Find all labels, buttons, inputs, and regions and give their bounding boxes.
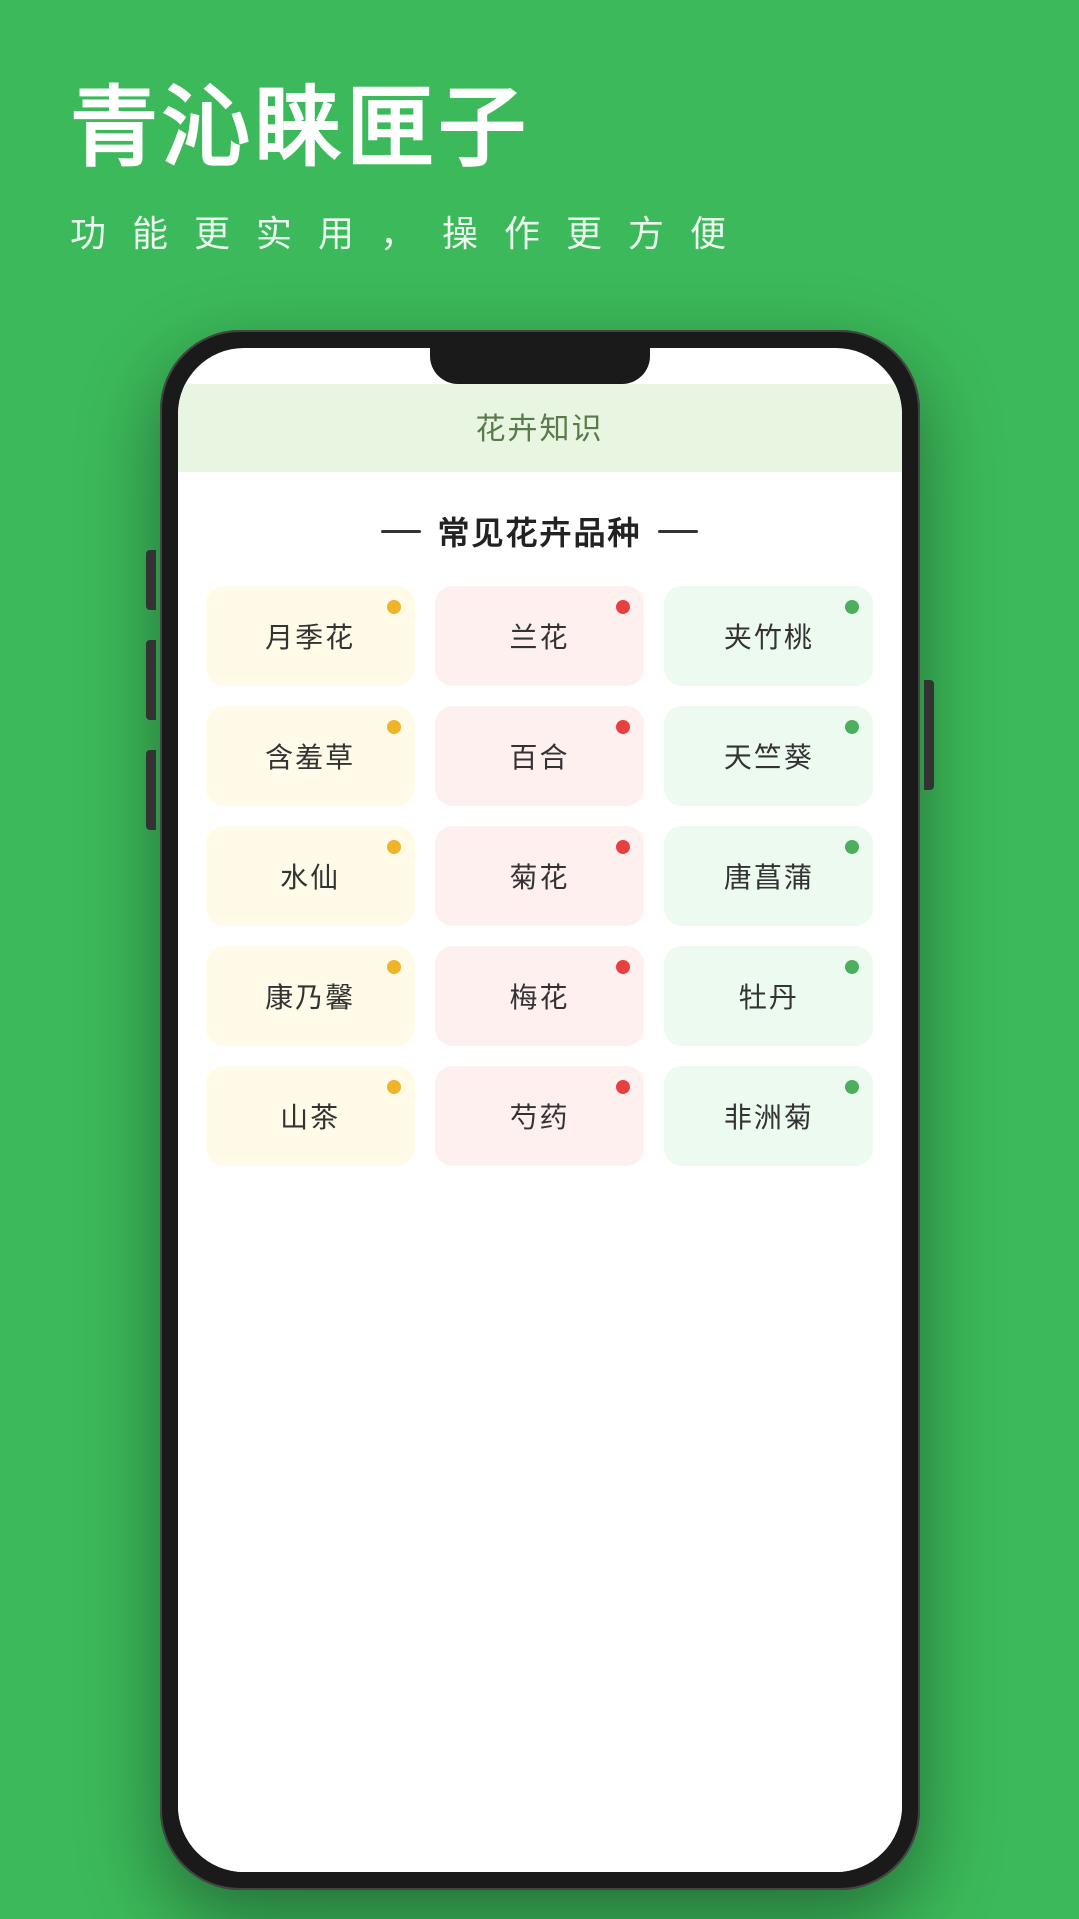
header-section: 青沁睐匣子 功 能 更 实 用 ， 操 作 更 方 便 <box>0 0 1079 317</box>
flower-card[interactable]: 唐菖蒲 <box>664 826 873 926</box>
flower-card[interactable]: 兰花 <box>435 586 644 686</box>
flower-dot-icon <box>387 600 401 614</box>
flower-dot-icon <box>845 1080 859 1094</box>
flower-dot-icon <box>387 1080 401 1094</box>
flower-card[interactable]: 梅花 <box>435 946 644 1046</box>
flower-name-label: 菊花 <box>509 856 569 896</box>
power-button <box>924 680 934 790</box>
section-title-text: 常见花卉品种 <box>437 508 641 554</box>
flower-name-label: 芍药 <box>509 1096 569 1136</box>
flower-name-label: 兰花 <box>509 616 569 656</box>
volume-up-button <box>146 550 156 610</box>
flower-card[interactable]: 天竺葵 <box>664 706 873 806</box>
title-line-left <box>381 530 421 533</box>
flower-dot-icon <box>387 840 401 854</box>
flower-card[interactable]: 山茶 <box>206 1066 415 1166</box>
flower-dot-icon <box>845 960 859 974</box>
flower-dot-icon <box>616 840 630 854</box>
flower-name-label: 牡丹 <box>739 976 799 1016</box>
phone-mockup: 花卉知识 常见花卉品种 月季花 兰花 夹竹桃含羞草 百合 天竺葵水仙 菊花 唐菖蒲康乃馨 梅花… <box>160 330 920 1890</box>
flower-name-label: 水仙 <box>280 856 340 896</box>
flower-card[interactable]: 非洲菊 <box>664 1066 873 1166</box>
flower-name-label: 含羞草 <box>265 736 355 776</box>
flower-card[interactable]: 含羞草 <box>206 706 415 806</box>
screen-header: 花卉知识 <box>178 384 902 472</box>
screen-body: 常见花卉品种 月季花 兰花 夹竹桃含羞草 百合 天竺葵水仙 菊花 唐菖蒲康乃馨 梅花 牡丹山茶 芍… <box>178 472 902 1872</box>
flower-name-label: 月季花 <box>265 616 355 656</box>
flower-card[interactable]: 菊花 <box>435 826 644 926</box>
flower-card[interactable]: 芍药 <box>435 1066 644 1166</box>
flower-name-label: 山茶 <box>280 1096 340 1136</box>
silent-button <box>146 750 156 830</box>
flower-name-label: 夹竹桃 <box>724 616 814 656</box>
flower-name-label: 康乃馨 <box>265 976 355 1016</box>
app-title: 青沁睐匣子 <box>70 80 1009 177</box>
flower-card[interactable]: 牡丹 <box>664 946 873 1046</box>
flower-card[interactable]: 夹竹桃 <box>664 586 873 686</box>
flower-name-label: 百合 <box>509 736 569 776</box>
phone-screen: 花卉知识 常见花卉品种 月季花 兰花 夹竹桃含羞草 百合 天竺葵水仙 菊花 唐菖蒲康乃馨 梅花… <box>178 348 902 1872</box>
app-subtitle: 功 能 更 实 用 ， 操 作 更 方 便 <box>70 205 1009 257</box>
flower-dot-icon <box>387 720 401 734</box>
phone-outer: 花卉知识 常见花卉品种 月季花 兰花 夹竹桃含羞草 百合 天竺葵水仙 菊花 唐菖蒲康乃馨 梅花… <box>160 330 920 1890</box>
flower-dot-icon <box>387 960 401 974</box>
flower-card[interactable]: 康乃馨 <box>206 946 415 1046</box>
flower-dot-icon <box>616 960 630 974</box>
flower-dot-icon <box>616 1080 630 1094</box>
section-title-row: 常见花卉品种 <box>206 508 874 554</box>
screen-header-title: 花卉知识 <box>178 404 902 448</box>
flower-card[interactable]: 月季花 <box>206 586 415 686</box>
volume-down-button <box>146 640 156 720</box>
title-line-right <box>658 530 698 533</box>
flower-grid: 月季花 兰花 夹竹桃含羞草 百合 天竺葵水仙 菊花 唐菖蒲康乃馨 梅花 牡丹山茶 芍药 非洲菊 <box>206 586 874 1166</box>
flower-name-label: 非洲菊 <box>724 1096 814 1136</box>
phone-notch <box>430 348 650 384</box>
flower-name-label: 梅花 <box>509 976 569 1016</box>
flower-dot-icon <box>845 840 859 854</box>
flower-dot-icon <box>845 600 859 614</box>
flower-name-label: 天竺葵 <box>724 736 814 776</box>
flower-dot-icon <box>616 600 630 614</box>
flower-dot-icon <box>616 720 630 734</box>
flower-card[interactable]: 水仙 <box>206 826 415 926</box>
flower-card[interactable]: 百合 <box>435 706 644 806</box>
screen-content: 花卉知识 常见花卉品种 月季花 兰花 夹竹桃含羞草 百合 天竺葵水仙 菊花 唐菖蒲康乃馨 梅花… <box>178 348 902 1872</box>
flower-name-label: 唐菖蒲 <box>724 856 814 896</box>
flower-dot-icon <box>845 720 859 734</box>
